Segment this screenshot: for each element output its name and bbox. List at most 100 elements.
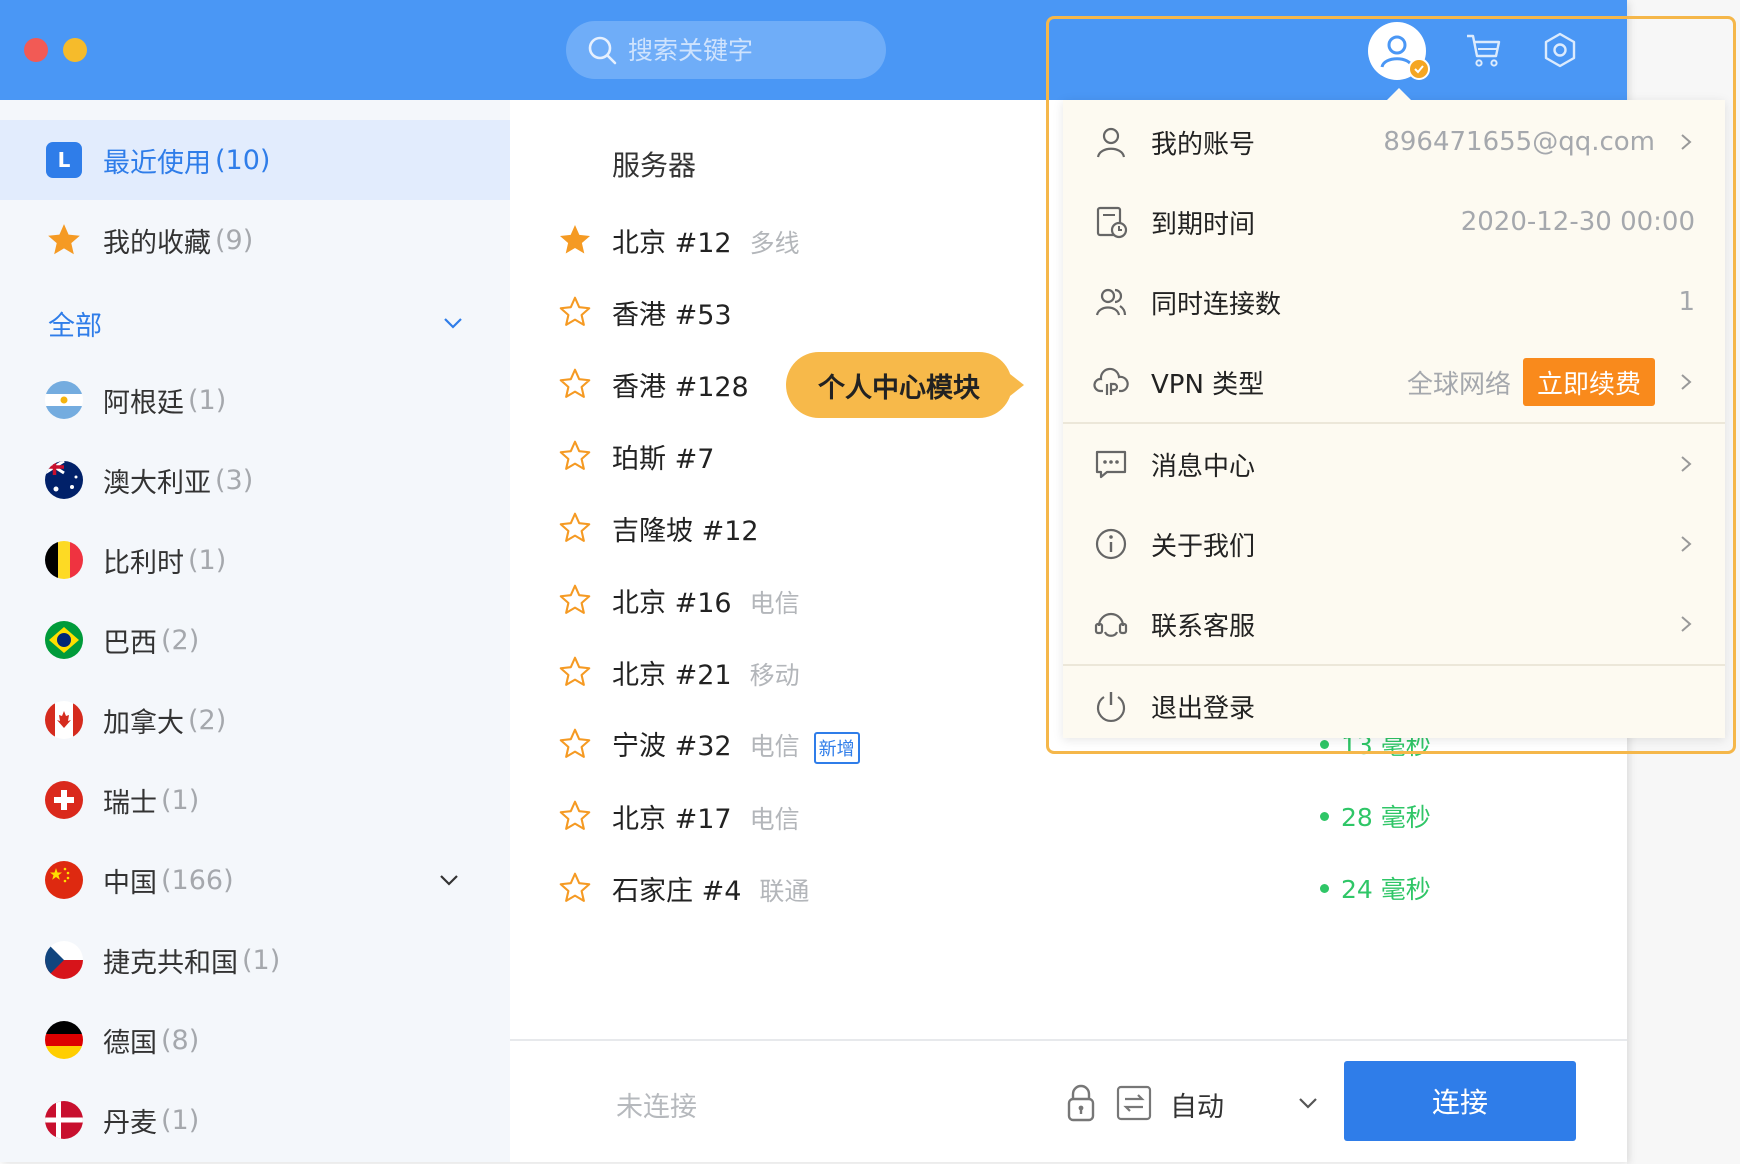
star-outline-icon[interactable] xyxy=(557,654,593,690)
user-icon xyxy=(1096,127,1126,158)
sidebar-item-china[interactable]: 中国 (166) xyxy=(0,840,510,920)
sidebar-item-label: 澳大利亚 xyxy=(103,467,211,499)
new-badge: 新增 xyxy=(813,731,860,764)
server-isp-tag: 电信 xyxy=(749,588,800,618)
sidebar-item-label: 加拿大 xyxy=(103,707,184,739)
menu-item-label: 退出登录 xyxy=(1151,693,1256,724)
menu-item-about[interactable]: 关于我们 xyxy=(1063,504,1725,584)
sidebar-item-switzerland[interactable]: 瑞士 (1) xyxy=(0,760,510,840)
sidebar-group-label: 全部 xyxy=(48,311,102,342)
sidebar-item-brazil[interactable]: 巴西 (2) xyxy=(0,600,510,680)
star-outline-icon[interactable] xyxy=(557,510,593,546)
search-input[interactable] xyxy=(628,35,868,65)
connection-status: 未连接 xyxy=(616,1092,697,1123)
sidebar-item-count: (2) xyxy=(188,704,227,736)
sidebar-item-count: (9) xyxy=(215,224,254,256)
server-name-text: 北京 #17 xyxy=(612,803,732,835)
menu-item-label: 关于我们 xyxy=(1151,531,1256,562)
sidebar-item-denmark[interactable]: 丹麦 (1) xyxy=(0,1080,510,1160)
chevron-right-icon xyxy=(1681,134,1692,150)
chevron-down-icon xyxy=(444,318,462,329)
server-isp-tag: 电信 xyxy=(749,732,800,762)
sidebar-item-recent[interactable]: L 最近使用 (10) xyxy=(0,120,510,200)
server-name: 北京 #12 多线 xyxy=(612,221,800,260)
latency-dot-icon xyxy=(1320,811,1329,821)
sidebar-item-count: (1) xyxy=(242,944,281,976)
sidebar-item-label: 最近使用 xyxy=(103,147,211,179)
menu-item-messages[interactable]: 消息中心 xyxy=(1063,424,1725,504)
menu-item-vpn-type[interactable]: VPN 类型 全球网络 立即续费 xyxy=(1063,342,1725,422)
latency: 28 毫秒 xyxy=(1320,798,1431,834)
star-outline-icon[interactable] xyxy=(557,438,593,474)
sidebar-item-belgium[interactable]: 比利时 (1) xyxy=(0,520,510,600)
sidebar-group-all[interactable]: 全部 xyxy=(0,282,510,362)
menu-item-support[interactable]: 联系客服 xyxy=(1063,584,1725,664)
lock-icon[interactable] xyxy=(1065,1083,1097,1123)
latency-value: 28 毫秒 xyxy=(1341,803,1431,832)
calendar-icon xyxy=(1096,206,1128,239)
search-box[interactable] xyxy=(566,21,886,79)
star-outline-icon[interactable] xyxy=(557,294,593,330)
sidebar-item-label: 阿根廷 xyxy=(103,387,184,419)
sidebar-item-count: (2) xyxy=(161,624,200,656)
chevron-right-icon xyxy=(1681,456,1692,472)
cart-icon xyxy=(1467,34,1501,67)
search-icon xyxy=(588,36,617,65)
star-outline-icon[interactable] xyxy=(557,366,593,402)
sidebar-item-label: 德国 xyxy=(103,1027,157,1059)
menu-item-my-account[interactable]: 我的账号 896471655@qq.com xyxy=(1063,102,1725,182)
sidebar-item-label: 中国 xyxy=(103,867,157,899)
menu-item-logout[interactable]: 退出登录 xyxy=(1063,666,1725,746)
star-outline-icon[interactable] xyxy=(557,870,593,906)
flag-denmark-icon xyxy=(45,1101,83,1139)
star-outline-icon[interactable] xyxy=(557,726,593,762)
protocol-mode[interactable]: 自动 xyxy=(1170,1085,1224,1124)
sidebar-item-count: (1) xyxy=(161,1104,200,1136)
sidebar-item-favorites[interactable]: 我的收藏 (9) xyxy=(0,200,510,280)
sidebar-item-australia[interactable]: 澳大利亚 (3) xyxy=(0,440,510,520)
server-name-text: 吉隆坡 #12 xyxy=(612,515,759,547)
canvas: L 最近使用 (10) 我的收藏 (9) 全部 阿根廷(1) 澳大利亚(3) xyxy=(0,0,1740,1164)
server-row[interactable]: 石家庄 #4 联通 24 毫秒 xyxy=(510,848,1627,928)
menu-item-label: 我的账号 xyxy=(1151,129,1256,160)
minimize-window-button[interactable] xyxy=(63,38,87,62)
server-name: 香港 #128 xyxy=(612,365,749,404)
chevron-down-icon[interactable] xyxy=(1296,1091,1320,1115)
server-name: 吉隆坡 #12 xyxy=(612,509,759,548)
server-name: 北京 #21 移动 xyxy=(612,653,800,692)
menu-item-label: 联系客服 xyxy=(1151,611,1256,642)
cart-button[interactable] xyxy=(1462,28,1506,72)
chevron-right-icon xyxy=(1681,616,1692,632)
flag-brazil-icon xyxy=(45,621,83,659)
server-name-text: 香港 #53 xyxy=(612,299,732,331)
user-avatar-button[interactable] xyxy=(1368,22,1430,80)
sidebar-item-canada[interactable]: 加拿大 (2) xyxy=(0,680,510,760)
connect-button[interactable]: 连接 xyxy=(1344,1061,1576,1141)
sidebar-item-argentina[interactable]: 阿根廷 (1) xyxy=(0,360,510,440)
chevron-down-icon[interactable] xyxy=(438,869,460,891)
cloud-ip-icon xyxy=(1093,367,1129,395)
star-outline-icon[interactable] xyxy=(557,582,593,618)
sidebar-item-czech[interactable]: 捷克共和国 (1) xyxy=(0,920,510,1000)
server-isp-tag: 电信 xyxy=(749,804,800,834)
menu-item-value: 全球网络 xyxy=(1406,369,1511,400)
star-outline-icon[interactable] xyxy=(557,798,593,834)
star-filled-icon[interactable] xyxy=(557,222,593,258)
sidebar-item-count: (166) xyxy=(161,864,234,896)
server-row[interactable]: 北京 #17 电信 28 毫秒 xyxy=(510,776,1627,856)
close-window-button[interactable] xyxy=(24,38,48,62)
server-name: 石家庄 #4 联通 xyxy=(612,869,809,908)
star-filled-icon xyxy=(45,221,83,259)
server-name-text: 宁波 #32 xyxy=(612,731,732,763)
renew-button[interactable]: 立即续费 xyxy=(1522,358,1655,406)
settings-button[interactable] xyxy=(1538,28,1582,72)
sidebar-item-label: 丹麦 xyxy=(103,1107,157,1139)
sidebar-item-label: 巴西 xyxy=(103,627,157,659)
menu-item-expiry: 到期时间 2020-12-30 00:00 xyxy=(1063,182,1725,262)
annotation-callout: 个人中心模块 xyxy=(786,352,1024,418)
server-isp-tag: 多线 xyxy=(749,228,800,258)
protocol-icon[interactable] xyxy=(1116,1085,1152,1121)
menu-item-label: VPN 类型 xyxy=(1151,369,1265,400)
sidebar-item-germany[interactable]: 德国 (8) xyxy=(0,1000,510,1080)
flag-germany-icon xyxy=(45,1021,83,1059)
